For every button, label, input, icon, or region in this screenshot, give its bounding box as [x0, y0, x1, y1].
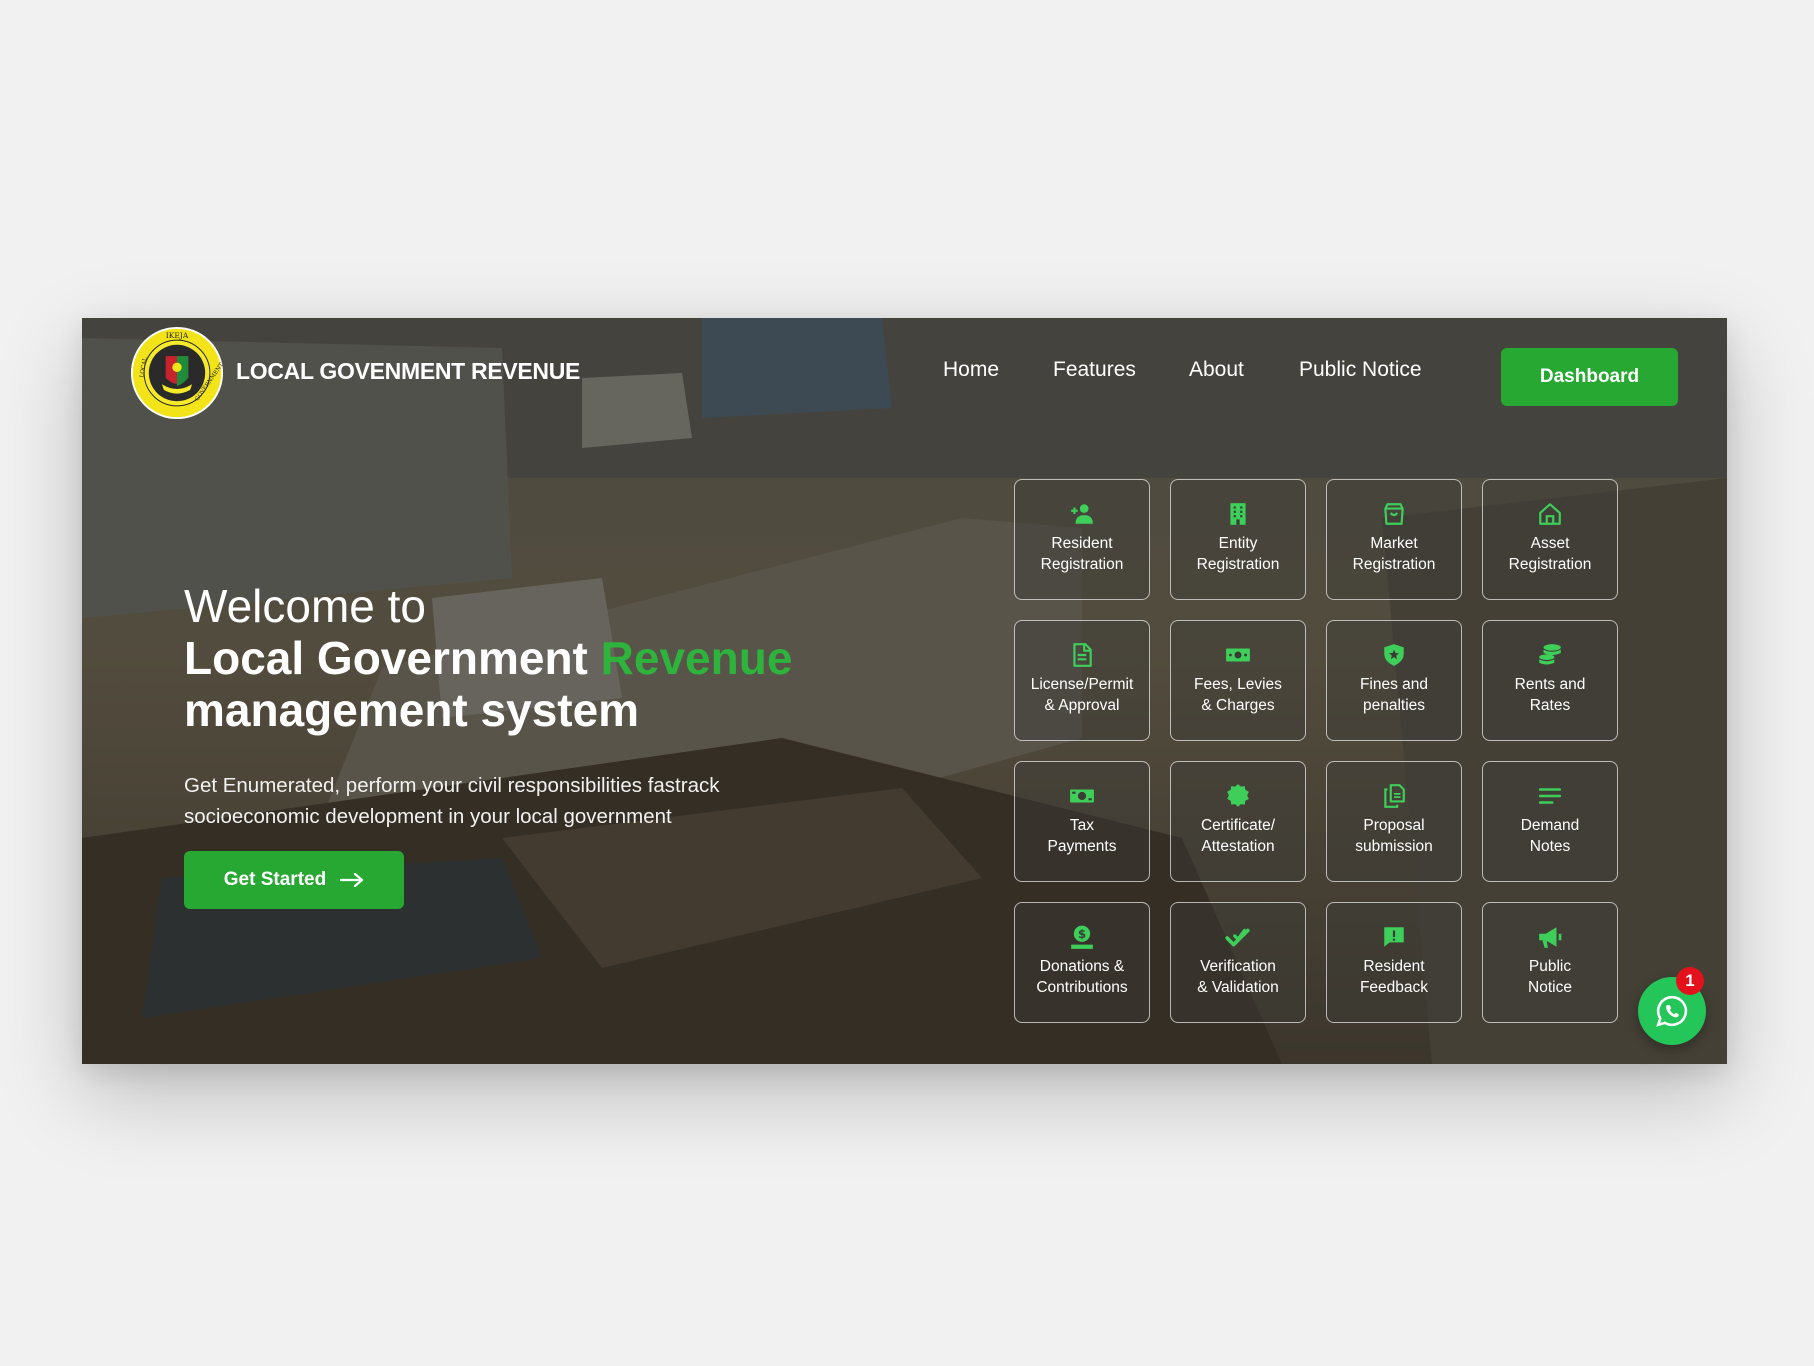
nav-home[interactable]: Home: [943, 358, 999, 382]
service-card-tax-payments[interactable]: Tax Payments: [1014, 761, 1150, 882]
service-label: Donations & Contributions: [1036, 958, 1128, 996]
service-label: Rents and Rates: [1514, 676, 1586, 714]
service-label: License/Permit & Approval: [1030, 676, 1134, 714]
lines-icon: [1536, 782, 1564, 810]
service-label: Verification & Validation: [1197, 958, 1279, 996]
service-card-license-permit[interactable]: License/Permit & Approval: [1014, 620, 1150, 741]
logo-text-top: IKEJA: [166, 331, 189, 340]
service-card-demand-notes[interactable]: Demand Notes: [1482, 761, 1618, 882]
hero-heading-line2-main: Local Government: [184, 632, 601, 684]
service-card-fines-penalties[interactable]: Fines and penalties: [1326, 620, 1462, 741]
arrow-right-icon: [340, 873, 364, 887]
megaphone-icon: [1536, 923, 1564, 951]
service-card-asset-registration[interactable]: Asset Registration: [1482, 479, 1618, 600]
service-card-rents-rates[interactable]: Rents and Rates: [1482, 620, 1618, 741]
service-label: Resident Feedback: [1359, 958, 1429, 996]
service-label: Entity Registration: [1196, 535, 1280, 573]
building-icon: [1224, 500, 1252, 528]
document-icon: [1068, 641, 1096, 669]
badge-icon: [1224, 782, 1252, 810]
double-check-icon: [1224, 923, 1252, 951]
hero-heading-line1: Welcome to: [184, 580, 427, 632]
nav-about[interactable]: About: [1189, 358, 1244, 382]
cash-icon: [1068, 782, 1096, 810]
service-label: Tax Payments: [1047, 817, 1117, 855]
hero-description: Get Enumerated, perform your civil respo…: [184, 774, 720, 828]
hero-heading-line3: management system: [184, 684, 640, 736]
home-icon: [1536, 500, 1564, 528]
service-label: Asset Registration: [1508, 535, 1592, 573]
service-card-resident-registration[interactable]: Resident Registration: [1014, 479, 1150, 600]
service-card-donations[interactable]: $ Donations & Contributions: [1014, 902, 1150, 1023]
service-card-market-registration[interactable]: Market Registration: [1326, 479, 1462, 600]
nav-public-notice[interactable]: Public Notice: [1299, 358, 1422, 382]
dashboard-button[interactable]: Dashboard: [1501, 348, 1678, 406]
service-card-certificate[interactable]: Certificate/ Attestation: [1170, 761, 1306, 882]
brand-name[interactable]: LOCAL GOVENMENT REVENUE: [236, 358, 580, 385]
feedback-icon: [1380, 923, 1408, 951]
top-navbar: IKEJA LOCAL GOVERNMENT LOCAL GOVENMENT R…: [82, 318, 1727, 436]
service-card-public-notice[interactable]: Public Notice: [1482, 902, 1618, 1023]
get-started-button[interactable]: Get Started: [184, 851, 404, 909]
money-icon: [1224, 641, 1252, 669]
ikeja-lg-logo[interactable]: IKEJA LOCAL GOVERNMENT: [130, 326, 224, 420]
service-card-entity-registration[interactable]: Entity Registration: [1170, 479, 1306, 600]
hero-heading-accent: Revenue: [600, 632, 793, 684]
hero-heading-line2: Local Government Revenue: [184, 632, 884, 684]
service-label: Demand Notes: [1520, 817, 1580, 855]
service-label: Public Notice: [1528, 958, 1572, 996]
shopping-bag-icon: [1380, 500, 1408, 528]
get-started-label: Get Started: [223, 869, 327, 890]
coins-icon: [1536, 641, 1564, 669]
copy-icon: [1380, 782, 1408, 810]
donation-icon: $: [1068, 923, 1096, 951]
hero-section: IKEJA LOCAL GOVERNMENT LOCAL GOVENMENT R…: [82, 318, 1727, 1064]
nav-features[interactable]: Features: [1053, 358, 1136, 382]
shield-star-icon: [1380, 641, 1408, 669]
service-label: Fines and penalties: [1359, 676, 1429, 714]
service-label: Market Registration: [1352, 535, 1436, 573]
service-label: Resident Registration: [1040, 535, 1124, 573]
user-plus-icon: [1068, 500, 1096, 528]
service-label: Proposal submission: [1355, 817, 1433, 855]
service-card-resident-feedback[interactable]: Resident Feedback: [1326, 902, 1462, 1023]
service-card-fees-levies[interactable]: Fees, Levies & Charges: [1170, 620, 1306, 741]
service-label: Certificate/ Attestation: [1200, 817, 1276, 855]
service-card-proposal-submission[interactable]: Proposal submission: [1326, 761, 1462, 882]
notification-badge: 1: [1676, 967, 1704, 995]
hero-text: Welcome to Local Government Revenue mana…: [184, 580, 884, 832]
service-card-verification[interactable]: Verification & Validation: [1170, 902, 1306, 1023]
whatsapp-icon: [1656, 995, 1688, 1027]
svg-text:$: $: [1078, 927, 1086, 941]
service-label: Fees, Levies & Charges: [1194, 676, 1282, 714]
